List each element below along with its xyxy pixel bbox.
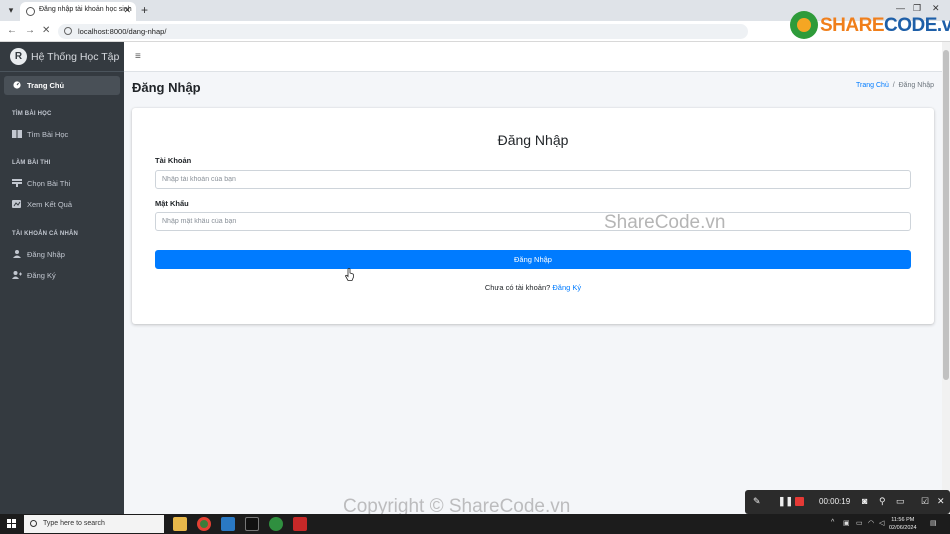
sidebar-item-label: Đăng Ký <box>27 271 56 280</box>
login-card: Đăng Nhập Tài Khoản Mật Khẩu Đăng Nhập C… <box>132 108 934 324</box>
password-label: Mật Khẩu <box>155 199 189 208</box>
sidebar-item-home[interactable]: Trang Chủ <box>4 76 120 95</box>
file-explorer-icon[interactable] <box>173 517 187 531</box>
url-text: localhost:8000/dang-nhap/ <box>78 27 167 36</box>
chrome-icon[interactable] <box>197 517 211 531</box>
network-icon[interactable]: ▭ <box>856 519 863 527</box>
tray-icon[interactable]: ▣ <box>843 519 850 527</box>
hand-cursor-icon <box>345 268 354 281</box>
register-link[interactable]: Đăng Ký <box>552 283 581 292</box>
content-wrapper: Đăng Nhập Trang Chủ / Đăng Nhập Đăng Nhậ… <box>124 72 942 514</box>
sidebar-item-label: Trang Chủ <box>27 81 65 90</box>
sidebar-item-label: Chọn Bài Thi <box>27 179 71 188</box>
sidebar-item-label: Xem Kết Quả <box>27 200 73 209</box>
dashboard-icon <box>13 81 21 89</box>
nav-header-exam: LÀM BÀI THI <box>12 160 51 166</box>
nav-header-account: TÀI KHOẢN CÁ NHÂN <box>12 231 79 237</box>
taskbar-search[interactable]: Type here to search <box>24 515 164 533</box>
tab-close-icon[interactable]: ✕ <box>123 5 131 16</box>
top-navbar: ≡ <box>124 42 942 72</box>
app-icon[interactable] <box>269 517 283 531</box>
browser-tab[interactable]: Đăng nhập tài khoản học sinh ✕ <box>20 2 136 21</box>
brand-title: Hệ Thống Học Tập <box>31 51 120 63</box>
sidebar-item-label: Tìm Bài Học <box>27 130 69 139</box>
volume-icon[interactable]: ◁ <box>879 519 884 527</box>
chart-icon <box>12 200 21 208</box>
recorder-close-icon[interactable]: ✕ <box>937 496 945 507</box>
clock-date: 02/06/2024 <box>889 525 917 531</box>
scrollbar-thumb[interactable] <box>943 50 949 380</box>
sharecode-logo-icon <box>790 11 818 39</box>
login-title: Đăng Nhập <box>497 132 569 148</box>
sidebar-item-choose-exam[interactable]: Chọn Bài Thi <box>12 179 70 195</box>
breadcrumb-home-link[interactable]: Trang Chủ <box>856 82 889 89</box>
loading-icon <box>26 7 35 16</box>
brand[interactable]: R Hệ Thống Học Tập <box>0 42 124 72</box>
back-icon[interactable]: ← <box>7 25 17 36</box>
breadcrumb: Trang Chủ / Đăng Nhập <box>856 82 934 89</box>
recorder-app-icon[interactable] <box>293 517 307 531</box>
sidebar-item-register[interactable]: Đăng Ký <box>12 271 56 287</box>
forward-icon[interactable]: → <box>25 25 35 36</box>
username-input[interactable] <box>155 170 911 189</box>
stop-loading-icon[interactable]: ✕ <box>42 25 50 36</box>
watermark-center: ShareCode.vn <box>604 212 726 233</box>
screen-recorder-bar: ✎ ❚❚ 00:00:19 ◙ ⚲ ▭ ☑ ✕ <box>745 490 950 514</box>
record-timer: 00:00:19 <box>819 497 851 506</box>
book-icon <box>12 130 22 138</box>
pause-icon[interactable]: ❚❚ <box>778 496 793 507</box>
tab-search-icon[interactable]: ▾ <box>4 3 18 17</box>
register-prompt-text: Chưa có tài khoản? <box>484 283 551 292</box>
tab-title: Đăng nhập tài khoản học sinh <box>39 6 132 13</box>
pen-icon[interactable]: ✎ <box>753 496 761 507</box>
sidebar: R Hệ Thống Học Tập Trang Chủ TÌM BÀI HỌC… <box>0 42 124 514</box>
user-icon <box>13 250 21 258</box>
list-icon <box>12 179 22 187</box>
url-field[interactable]: localhost:8000/dang-nhap/ <box>58 24 748 39</box>
user-plus-icon <box>12 271 22 279</box>
stop-record-icon[interactable] <box>795 497 804 506</box>
edit-icon[interactable]: ☑ <box>921 496 929 507</box>
notification-icon[interactable]: ▤ <box>930 519 937 527</box>
menu-toggle-icon[interactable]: ≡ <box>135 51 141 62</box>
sharecode-logo-text: SHARECODE.vn <box>820 15 950 36</box>
new-tab-icon[interactable]: + <box>141 3 148 17</box>
register-prompt: Chưa có tài khoản? Đăng Ký <box>132 283 934 292</box>
windows-taskbar: Type here to search ^ ▣ ▭ ◠ ◁ 11:56 PM 0… <box>0 514 950 534</box>
password-input[interactable] <box>155 212 911 231</box>
taskbar-search-placeholder: Type here to search <box>43 520 105 527</box>
nav-header-find-lesson: TÌM BÀI HỌC <box>12 111 52 117</box>
comment-icon[interactable]: ▭ <box>896 496 905 507</box>
username-label: Tài Khoản <box>155 156 192 165</box>
terminal-icon[interactable] <box>245 517 259 531</box>
taskbar-clock[interactable]: 11:56 PM 02/06/2024 <box>889 516 917 532</box>
sidebar-item-login[interactable]: Đăng Nhập <box>12 250 65 266</box>
sidebar-item-results[interactable]: Xem Kết Quả <box>12 200 72 216</box>
page-scrollbar[interactable] <box>942 42 950 514</box>
wifi-icon[interactable]: ◠ <box>868 519 874 527</box>
sidebar-item-find-lesson[interactable]: Tìm Bài Học <box>12 130 68 146</box>
search-icon <box>30 520 37 527</box>
sharecode-logo: SHARECODE.vn <box>790 10 950 40</box>
brand-logo-icon: R <box>10 48 27 65</box>
vscode-icon[interactable] <box>221 517 235 531</box>
sidebar-item-label: Đăng Nhập <box>27 250 65 259</box>
windows-start-icon[interactable] <box>7 519 17 529</box>
breadcrumb-current: Đăng Nhập <box>898 82 934 89</box>
page-title: Đăng Nhập <box>132 80 201 95</box>
login-button[interactable]: Đăng Nhập <box>155 250 911 269</box>
tray-chevron-icon[interactable]: ^ <box>831 519 834 526</box>
clock-time: 11:56 PM <box>891 517 915 523</box>
breadcrumb-separator: / <box>892 82 895 89</box>
site-info-icon[interactable] <box>64 27 72 35</box>
zoom-icon[interactable]: ⚲ <box>879 496 886 507</box>
camera-icon[interactable]: ◙ <box>862 496 867 506</box>
